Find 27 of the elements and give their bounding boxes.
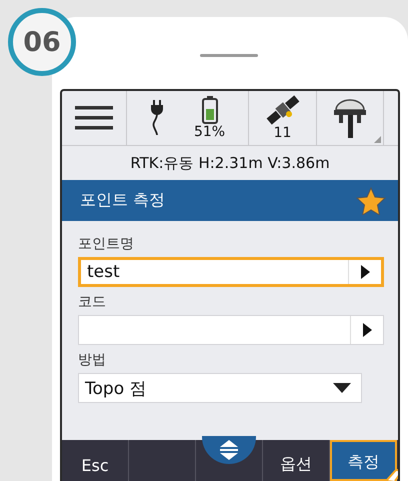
pointing-hand-icon xyxy=(386,467,398,481)
step-badge: 06 xyxy=(8,8,76,76)
battery-icon xyxy=(202,96,218,124)
satellite-count: 11 xyxy=(274,125,292,141)
plug-icon xyxy=(150,100,164,136)
favorite-star-icon[interactable] xyxy=(356,186,386,214)
caret-icon xyxy=(333,383,351,393)
battery-percent: 51% xyxy=(194,124,226,140)
expand-toggle-button[interactable] xyxy=(202,436,256,464)
up-down-arrows-icon xyxy=(220,440,238,460)
screen-title: 포인트 측정 xyxy=(80,190,166,211)
triangle-right-icon xyxy=(360,265,370,279)
menu-icon xyxy=(75,105,113,131)
triangle-right-icon xyxy=(362,323,372,337)
drag-handle xyxy=(200,54,258,57)
softkey-button[interactable]: 측정 xyxy=(330,440,397,481)
input-field[interactable] xyxy=(78,315,384,345)
satellite-icon xyxy=(264,95,300,125)
gnss-receiver-icon xyxy=(333,98,367,138)
softkey-button[interactable]: Esc xyxy=(62,440,129,481)
rtk-status: RTK:유동 H:2.31m V:3.86m xyxy=(129,152,331,174)
method-dropdown[interactable]: Topo 점 xyxy=(78,373,362,403)
field-label: 포인트명 xyxy=(78,235,135,253)
field-label: 코드 xyxy=(78,293,107,311)
input-field[interactable]: test xyxy=(78,257,384,287)
corner-triangle-icon xyxy=(374,136,381,143)
field-label: 방법 xyxy=(78,351,107,369)
